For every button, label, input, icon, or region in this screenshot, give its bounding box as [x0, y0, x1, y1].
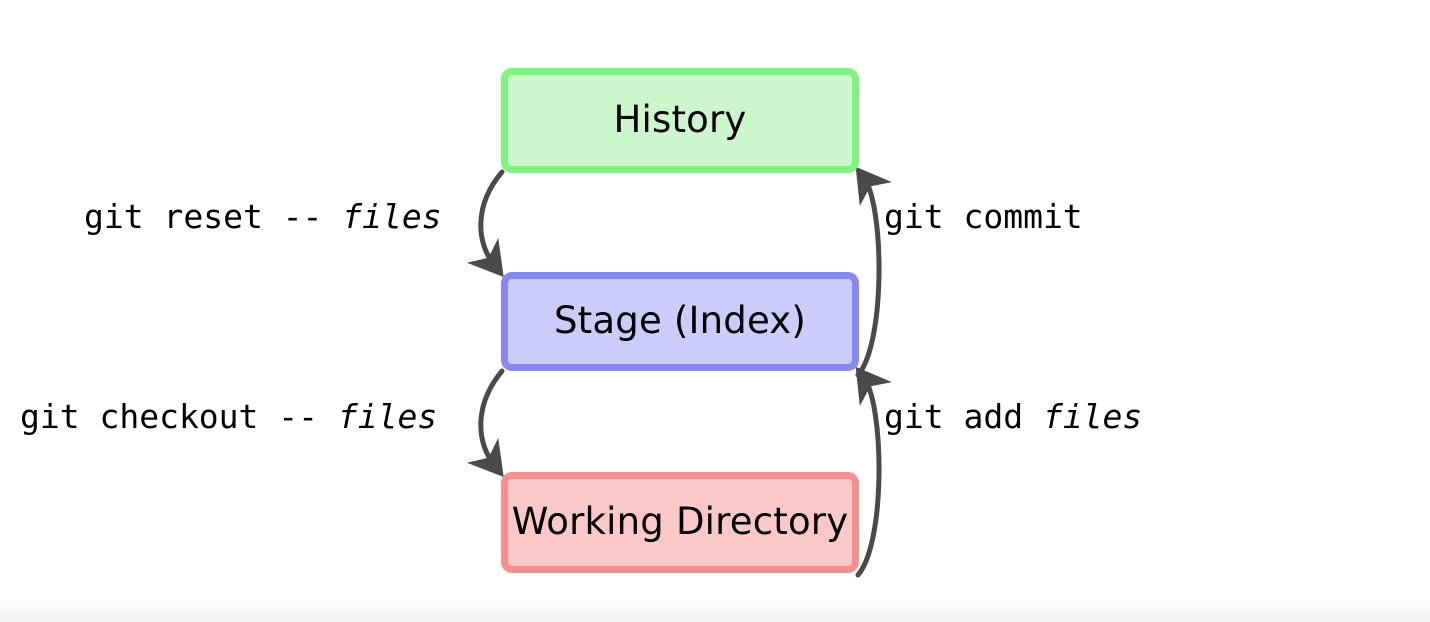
command-label-git-reset: git reset -- files: [84, 200, 442, 233]
command-label-git-add: git add files: [884, 400, 1142, 433]
node-history-label: History: [613, 97, 747, 141]
command-arg-git-checkout: files: [337, 397, 438, 436]
git-workflow-diagram: History Stage (Index) Working Directory …: [0, 0, 1430, 622]
node-history[interactable]: History: [501, 68, 859, 173]
command-text-git-commit: git commit: [884, 197, 1083, 236]
arrow-history-to-stage: [466, 169, 505, 277]
command-arg-git-reset: files: [342, 197, 442, 236]
node-working-directory-label: Working Directory: [511, 499, 849, 543]
bottom-edge-strip: [0, 596, 1430, 622]
command-arg-git-add: files: [1042, 397, 1143, 436]
command-label-git-checkout: git checkout -- files: [20, 400, 437, 433]
command-text-git-checkout: git checkout --: [20, 397, 319, 436]
node-stage-label: Stage (Index): [553, 298, 806, 342]
arrow-stage-to-working-directory: [466, 368, 505, 477]
command-text-git-add: git add: [884, 397, 1024, 436]
node-stage[interactable]: Stage (Index): [501, 272, 859, 371]
arrow-stage-to-history: [855, 166, 892, 378]
node-working-directory[interactable]: Working Directory: [501, 472, 859, 573]
arrow-working-directory-to-stage: [855, 366, 892, 578]
command-label-git-commit: git commit: [884, 200, 1083, 233]
command-text-git-reset: git reset --: [84, 197, 323, 236]
